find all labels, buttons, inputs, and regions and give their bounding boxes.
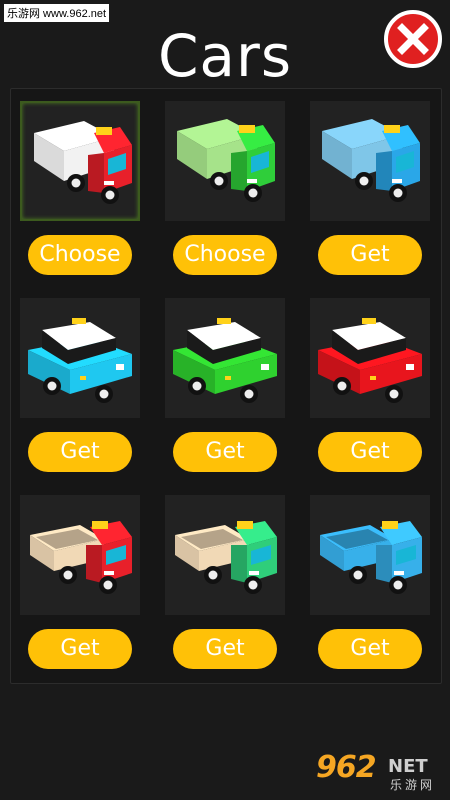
car-card[interactable] — [20, 101, 140, 221]
logo-suffix: NET — [388, 756, 428, 777]
get-button[interactable]: Get — [318, 629, 422, 669]
red-taxi-icon — [318, 318, 422, 403]
car-card[interactable] — [310, 298, 430, 418]
page-title: Cars — [157, 22, 293, 90]
get-button[interactable]: Get — [318, 432, 422, 472]
logo-number: 962 — [316, 750, 377, 785]
get-button[interactable]: Get — [173, 629, 277, 669]
blue-pickup-icon — [320, 521, 422, 594]
logo-chinese: 乐游网 — [390, 778, 436, 792]
green-box-truck-icon — [177, 119, 275, 202]
close-icon — [397, 23, 429, 55]
green-pickup-icon — [175, 521, 277, 594]
white-red-box-truck-icon — [34, 121, 132, 204]
car-card[interactable] — [165, 101, 285, 221]
get-button[interactable]: Get — [173, 432, 277, 472]
blue-box-truck-icon — [322, 119, 420, 202]
close-button[interactable] — [384, 10, 442, 68]
car-card[interactable] — [20, 495, 140, 615]
watermark-top: 乐游网 www.962.net — [4, 4, 110, 22]
green-taxi-icon — [173, 318, 277, 403]
get-button[interactable]: Get — [318, 235, 422, 275]
choose-button[interactable]: Choose — [173, 235, 277, 275]
car-card[interactable] — [165, 495, 285, 615]
car-card[interactable] — [310, 101, 430, 221]
blue-taxi-icon — [28, 318, 132, 403]
get-button[interactable]: Get — [28, 432, 132, 472]
red-pickup-icon — [30, 521, 132, 594]
get-button[interactable]: Get — [28, 629, 132, 669]
choose-button[interactable]: Choose — [28, 235, 132, 275]
car-card[interactable] — [20, 298, 140, 418]
car-card[interactable] — [165, 298, 285, 418]
site-logo: 962 NET 乐游网 — [312, 748, 444, 794]
car-card[interactable] — [310, 495, 430, 615]
